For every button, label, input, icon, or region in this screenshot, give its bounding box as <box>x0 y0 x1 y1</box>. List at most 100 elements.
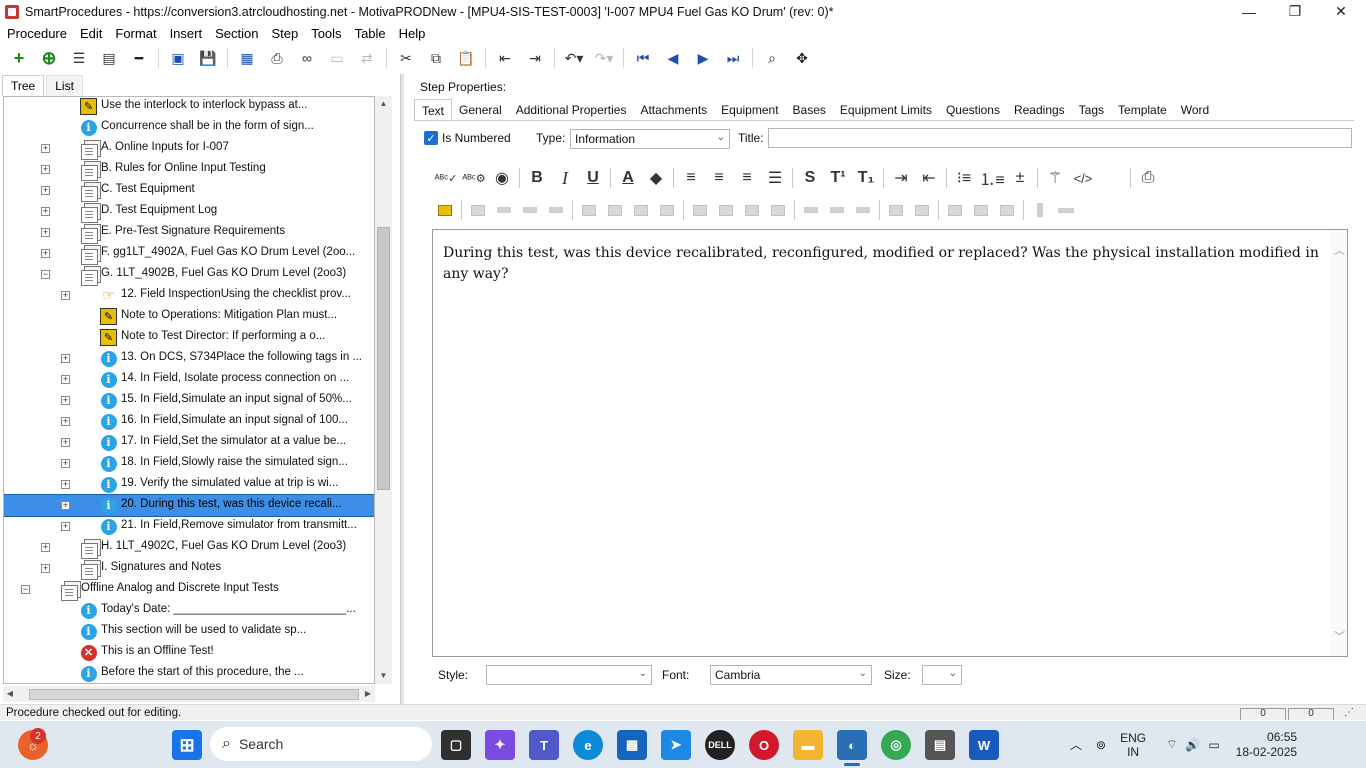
scroll-thumb[interactable] <box>377 227 390 490</box>
bold-icon[interactable]: B <box>523 166 551 190</box>
tree-item[interactable]: ✎ Note to Operations: Mitigation Plan mus… <box>4 306 374 327</box>
previous-icon[interactable]: ◀ <box>662 47 684 69</box>
spellcheck-options-icon[interactable]: ᴬᴮᶜ⚙ <box>460 166 488 190</box>
list-alt-icon[interactable]: ▤ <box>98 47 120 69</box>
smartprocedures-taskbar-icon[interactable]: ◐ <box>837 730 867 760</box>
add-child-icon[interactable]: ⊕ <box>38 47 60 69</box>
table-column-icon[interactable] <box>1029 200 1051 220</box>
last-icon[interactable]: ⏭ <box>722 47 744 69</box>
magic-wand-icon[interactable]: ⚚ <box>1041 166 1069 190</box>
tree-item[interactable]: + i 17. In Field,Set the simulator at a va… <box>4 432 374 453</box>
spellcheck-icon[interactable]: ᴬᴮᶜ✓ <box>432 166 460 190</box>
scroll-thumb[interactable] <box>29 689 359 700</box>
tree-item[interactable]: + A. Online Inputs for I-007 <box>4 138 374 160</box>
tree-item[interactable]: + i 19. Verify the simulated value at trip… <box>4 474 374 495</box>
tree-item[interactable]: + i 18. In Field,Slowly raise the simulate… <box>4 453 374 474</box>
is-numbered-checkbox[interactable]: ✓ <box>424 131 438 145</box>
tree-item[interactable]: + i 20. During this test, was this device … <box>4 494 374 517</box>
bullet-list-icon[interactable]: ⁝≡ <box>950 166 978 190</box>
expand-icon[interactable]: + <box>41 165 50 174</box>
expand-icon[interactable]: + <box>41 228 50 237</box>
cut-icon[interactable]: ✂ <box>395 47 417 69</box>
store-icon[interactable]: ▦ <box>617 730 647 760</box>
tree-item[interactable]: + i 15. In Field,Simulate an input signal … <box>4 390 374 411</box>
scroll-up-icon[interactable]: ▲ <box>375 96 392 112</box>
tree-item[interactable]: + H. 1LT_4902C, Fuel Gas KO Drum Level (2… <box>4 537 374 559</box>
tree-item[interactable]: + B. Rules for Online Input Testing <box>4 159 374 181</box>
edge-icon[interactable]: e <box>573 730 603 760</box>
tree-item[interactable]: + C. Test Equipment <box>4 180 374 202</box>
table-delete-icon[interactable] <box>467 200 489 220</box>
subscript-icon[interactable]: T₁ <box>852 166 880 190</box>
italic-icon[interactable]: I <box>551 166 579 190</box>
table-delete-cell-icon[interactable] <box>545 200 567 220</box>
move-icon[interactable]: ✥ <box>791 47 813 69</box>
first-icon[interactable]: ⏮ <box>632 47 654 69</box>
find-icon[interactable]: ⌕ <box>761 47 783 69</box>
chrome-icon[interactable]: ◎ <box>881 730 911 760</box>
tab-word[interactable]: Word <box>1174 99 1216 121</box>
clock[interactable]: 06:55 18-02-2025 <box>1236 730 1297 760</box>
redo-doc-icon[interactable]: ⇄ <box>356 47 378 69</box>
expand-icon[interactable]: + <box>61 354 70 363</box>
menu-procedure[interactable]: Procedure <box>0 26 73 41</box>
step-text-editor[interactable]: During this test, was this device recali… <box>432 229 1348 657</box>
outdent-icon[interactable]: ⇤ <box>494 47 516 69</box>
insert-table-icon[interactable] <box>434 200 456 220</box>
wifi-icon[interactable]: ⌔ <box>1166 737 1177 752</box>
justify-icon[interactable]: ☰ <box>761 166 789 190</box>
language-indicator[interactable]: ENG IN <box>1120 731 1146 759</box>
tree-item[interactable]: + I. Signatures and Notes <box>4 558 374 580</box>
remote-desktop-icon[interactable]: ▤ <box>925 730 955 760</box>
expand-icon[interactable]: + <box>61 459 70 468</box>
expand-icon[interactable]: + <box>61 438 70 447</box>
tree-item[interactable]: + ☞ 12. Field InspectionUsing the checklis… <box>4 285 374 306</box>
style-select[interactable]: ⌄ <box>486 665 652 685</box>
tree-item[interactable]: + E. Pre-Test Signature Requirements <box>4 222 374 244</box>
windows-start-icon[interactable]: ⊞ <box>172 730 202 760</box>
numbered-list-icon[interactable]: ⒈≡ <box>978 166 1006 190</box>
color-wheel-icon[interactable]: ◉ <box>488 166 516 190</box>
expand-icon[interactable]: + <box>41 207 50 216</box>
menu-help[interactable]: Help <box>392 26 432 41</box>
menu-section[interactable]: Section <box>208 26 264 41</box>
strikethrough-icon[interactable]: S <box>796 166 824 190</box>
teams-icon[interactable]: T <box>529 730 559 760</box>
step-text-content[interactable]: During this test, was this device recali… <box>443 243 1323 285</box>
expand-icon[interactable]: + <box>41 564 50 573</box>
expand-icon[interactable]: + <box>61 375 70 384</box>
company-portal-icon[interactable]: ➤ <box>661 730 691 760</box>
battery-icon[interactable]: ▭ <box>1208 738 1219 752</box>
task-view-icon[interactable]: ▢ <box>441 730 471 760</box>
scroll-down-icon[interactable]: ▼ <box>375 668 392 684</box>
indent-icon[interactable]: ⇥ <box>524 47 546 69</box>
tree-item[interactable]: − G. 1LT_4902B, Fuel Gas KO Drum Level (2… <box>4 264 374 286</box>
tab-equipment-limits[interactable]: Equipment Limits <box>833 99 939 121</box>
tree-item[interactable]: + F. gg1LT_4902A, Fuel Gas KO Drum Level … <box>4 243 374 265</box>
export-icon[interactable]: ▦ <box>236 47 258 69</box>
panel-splitter[interactable] <box>400 74 404 704</box>
highlight-color-icon[interactable]: ◆ <box>642 166 670 190</box>
tree-item[interactable]: ✎ Use the interlock to interlock bypass a… <box>4 97 374 117</box>
tab-template[interactable]: Template <box>1111 99 1174 121</box>
expand-icon[interactable]: + <box>41 144 50 153</box>
opera-icon[interactable]: O <box>749 730 779 760</box>
tree-item[interactable]: + i 21. In Field,Remove simulator from tra… <box>4 516 374 537</box>
scroll-down-icon[interactable]: ﹀ <box>1334 628 1345 644</box>
print-preview-icon[interactable]: ⎙ <box>1134 166 1162 190</box>
undo-icon[interactable]: ↶▾ <box>563 47 585 69</box>
tab-bases[interactable]: Bases <box>786 99 833 121</box>
restore-button[interactable]: ❐ <box>1272 0 1318 23</box>
tree-item[interactable]: i Today's Date: _________________________… <box>4 600 374 621</box>
tree-item[interactable]: i Before the start of this procedure, the… <box>4 663 374 683</box>
table-insert-col-right-icon[interactable] <box>715 200 737 220</box>
expand-icon[interactable]: + <box>41 249 50 258</box>
tree-item[interactable]: ✕ This is an Offline Test! <box>4 642 374 663</box>
expand-icon[interactable]: + <box>61 417 70 426</box>
expand-icon[interactable]: + <box>61 291 70 300</box>
file-explorer-icon[interactable]: ▬ <box>793 730 823 760</box>
remove-icon[interactable]: ━ <box>128 47 150 69</box>
table-align-top-icon[interactable] <box>944 200 966 220</box>
save-all-icon[interactable]: ▣ <box>167 47 189 69</box>
insert-line-icon[interactable]: ± <box>1006 166 1034 190</box>
